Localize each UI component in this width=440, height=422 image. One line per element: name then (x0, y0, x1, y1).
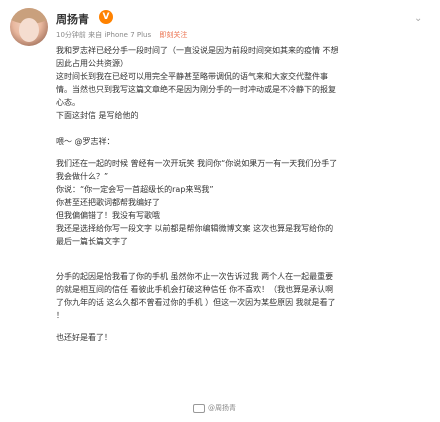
vip-badge-icon: V (99, 10, 113, 24)
post-text-line: 了你九年的话 这么久都不曾看过你的手机 ）但这一次因为某些原因 我就是看了 (56, 298, 336, 307)
follow-link[interactable]: 即刻关注 (159, 31, 187, 39)
post-text-line: 也还好是看了！ (56, 333, 112, 342)
post-text-line: 我和罗志祥已经分手一段时间了（一直没说是因为前段时间突如其来的疫情 不想 (56, 46, 339, 55)
post-text-line: 喂～ @罗志祥： (56, 137, 115, 146)
post-text-line: 这时间长到我在已经可以用完全平静甚至略带调侃的语气来和大家交代整件事 (56, 72, 328, 81)
post-content: 我和罗志祥已经分手一段时间了（一直没说是因为前段时间突如其来的疫情 不想 因此占… (56, 44, 436, 344)
post-text-line: 情。当然也只到我写这篇文章绝不是因为刚分手的一时冲动或是不冷静下的报复 (56, 85, 336, 94)
post-text-line: 你甚至还把歌词都帮我编好了 (56, 198, 160, 207)
chevron-down-icon[interactable]: ⌄ (414, 14, 426, 24)
post-text-line: 你说：“你一定会写一首超级长的rap来骂我” (56, 185, 214, 194)
post-text-line: ！ (56, 311, 64, 320)
weibo-post: 周扬青 V 10分钟前 来自 iPhone 7 Plus 即刻关注 ⌄ 我和罗志… (0, 0, 440, 422)
user-name[interactable]: 周扬青 (56, 11, 89, 27)
post-text-line: 下面这封信 是写给他的 (56, 111, 139, 120)
post-text-line: 但我偏偏错了！我没有写歌哦 (56, 211, 160, 220)
post-meta: 10分钟前 来自 iPhone 7 Plus 即刻关注 (56, 30, 187, 40)
post-text-line: 的就是相互间的信任 看彼此手机会打破这种信任 你不喜欢！（我也算是承认啊 (56, 285, 334, 294)
post-header: 周扬青 V 10分钟前 来自 iPhone 7 Plus 即刻关注 ⌄ (10, 8, 430, 48)
post-text-line: 我们还在一起的时候 曾经有一次开玩笑 我问你“你说如果万一有一天我们分手了 (56, 159, 338, 168)
post-text-line: 因此占用公共资源） (56, 59, 128, 68)
camera-icon (193, 403, 205, 413)
watermark-text: @周扬青 (208, 404, 236, 412)
post-text-line: 分手的起因是恰我看了你的手机 虽然你不止一次告诉过我 两个人在一起最重要 (56, 272, 334, 281)
post-text-line: 最后一篇长篇文字了 (56, 237, 128, 246)
watermark: @周扬青 (193, 403, 236, 413)
post-time-source: 10分钟前 来自 iPhone 7 Plus (56, 31, 152, 39)
post-text-line: 我会做什么？” (56, 172, 109, 181)
avatar[interactable] (10, 8, 48, 46)
post-text-line: 心态。 (56, 98, 80, 107)
post-text-line: 我还是选择给你写一段文字 以前都是帮你编辑微博文案 这次也算是我写给你的 (56, 224, 334, 233)
